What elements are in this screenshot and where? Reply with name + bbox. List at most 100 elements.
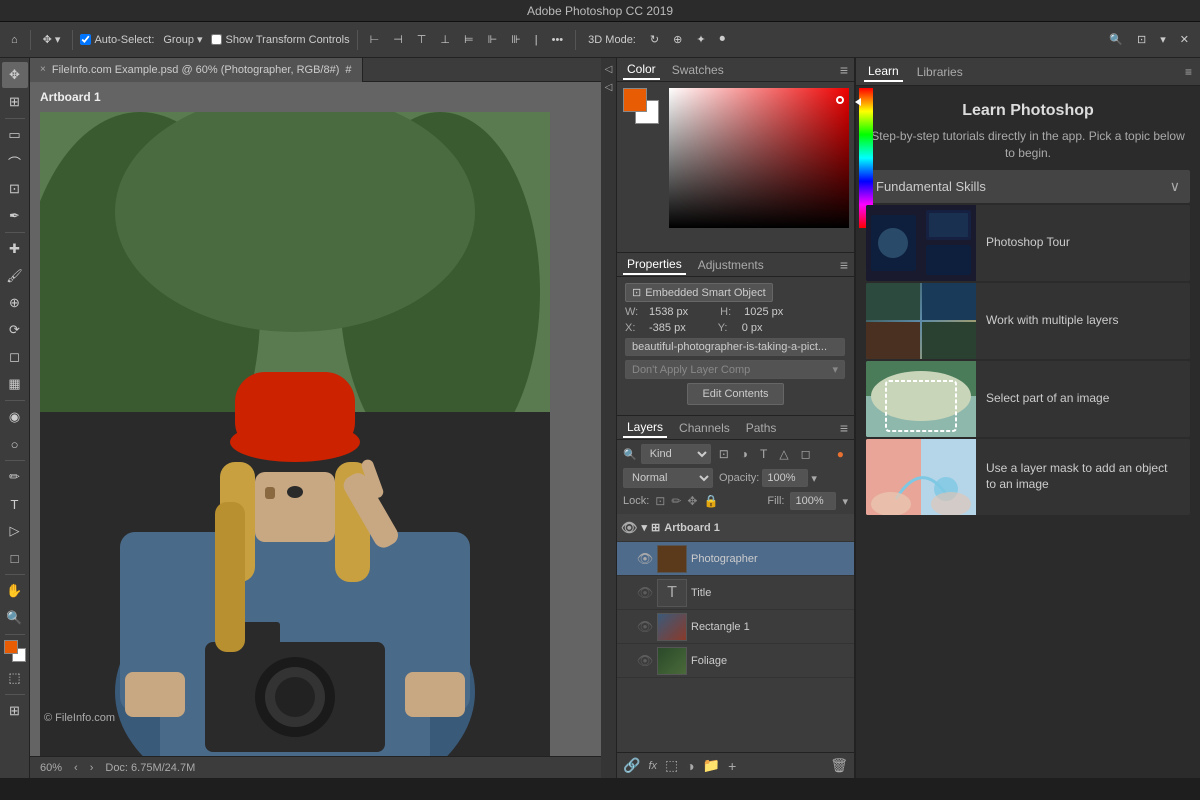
- layer-comp-dropdown[interactable]: Don't Apply Layer Comp ▾: [625, 360, 845, 379]
- libraries-tab[interactable]: Libraries: [913, 63, 967, 81]
- opacity-input[interactable]: [762, 469, 808, 487]
- document-tab[interactable]: × FileInfo.com Example.psd @ 60% (Photog…: [30, 58, 363, 82]
- align-right-button[interactable]: ⊤: [412, 31, 432, 48]
- distribute3-button[interactable]: ⊪: [506, 31, 526, 48]
- quick-mask-tool[interactable]: ⬚: [2, 665, 28, 691]
- auto-select-dropdown[interactable]: Group ▾: [158, 31, 207, 48]
- artboard-expand-arrow[interactable]: ▾: [642, 521, 648, 534]
- rectangle-layer[interactable]: 👁 Rectangle 1: [617, 610, 854, 644]
- 3d-rotate-button[interactable]: ↻: [645, 31, 664, 48]
- more-options-button[interactable]: •••: [547, 32, 569, 48]
- layer-mask-card[interactable]: Use a layer mask to add an object to an …: [866, 439, 1190, 515]
- kind-filter-select[interactable]: Kind: [641, 444, 711, 464]
- filter-shape-button[interactable]: △: [775, 445, 792, 463]
- dodge-tool[interactable]: ○: [2, 431, 28, 457]
- type-tool[interactable]: T: [2, 491, 28, 517]
- rectangle-vis-button[interactable]: 👁: [637, 619, 653, 635]
- foliage-vis-button[interactable]: 👁: [637, 653, 653, 669]
- learn-tab[interactable]: Learn: [864, 62, 903, 82]
- hand-tool[interactable]: ✋: [2, 578, 28, 604]
- canvas-scroll-area[interactable]: Artboard 1: [30, 82, 601, 756]
- edit-contents-button[interactable]: Edit Contents: [687, 383, 783, 405]
- add-folder-button[interactable]: 📁: [703, 757, 720, 774]
- workspace-dropdown[interactable]: ▾: [1155, 31, 1171, 48]
- fundamental-skills-header[interactable]: Fundamental Skills ∨: [866, 170, 1190, 203]
- color-panel-menu[interactable]: ≡: [840, 62, 848, 78]
- align-top-button[interactable]: ⊥: [435, 31, 455, 48]
- distribute2-button[interactable]: ⊩: [483, 31, 503, 48]
- search-button[interactable]: 🔍: [1104, 31, 1128, 48]
- title-vis-button[interactable]: 👁: [637, 585, 653, 601]
- fg-bg-color-tool[interactable]: [2, 638, 28, 664]
- adjustments-tab[interactable]: Adjustments: [694, 256, 768, 274]
- filter-active-indicator[interactable]: ●: [833, 445, 848, 463]
- nav-arrow-left[interactable]: ‹: [74, 762, 78, 774]
- align-left-button[interactable]: ⊢: [365, 31, 385, 48]
- photographer-layer[interactable]: 👁 Photographer: [617, 542, 854, 576]
- 3d-camera-button[interactable]: ⏺: [715, 31, 731, 48]
- select-part-card[interactable]: Select part of an image: [866, 361, 1190, 437]
- path-select-tool[interactable]: ▷: [2, 518, 28, 544]
- lock-pixels-button[interactable]: ⊡: [655, 494, 665, 508]
- lock-move-button[interactable]: ✥: [687, 494, 697, 508]
- zoom-tool[interactable]: 🔍: [2, 605, 28, 631]
- photographer-vis-button[interactable]: 👁: [637, 551, 653, 567]
- filter-adj-button[interactable]: ◑: [737, 445, 752, 463]
- properties-panel-menu[interactable]: ≡: [840, 257, 848, 273]
- clone-tool[interactable]: ⊕: [2, 290, 28, 316]
- lock-all-button[interactable]: 🔒: [703, 494, 718, 508]
- healing-tool[interactable]: ✚: [2, 236, 28, 262]
- align-center-h-button[interactable]: ⊣: [388, 31, 408, 48]
- move-tool-button[interactable]: ✥ ▾: [38, 31, 66, 48]
- work-multiple-layers-card[interactable]: Work with multiple layers: [866, 283, 1190, 359]
- shape-tool[interactable]: □: [2, 545, 28, 571]
- title-layer[interactable]: 👁 T Title: [617, 576, 854, 610]
- eraser-tool[interactable]: ◻: [2, 344, 28, 370]
- artboard-layer-row[interactable]: 👁 ▾ ⊞ Artboard 1: [617, 514, 854, 542]
- 3d-pan-button[interactable]: ⊕: [668, 31, 687, 48]
- color-tab[interactable]: Color: [623, 60, 660, 80]
- layers-panel-menu[interactable]: ≡: [840, 420, 848, 436]
- transform-controls-checkbox[interactable]: Show Transform Controls: [211, 34, 349, 46]
- lock-position-button[interactable]: ✏: [671, 494, 681, 508]
- nav-arrow-right[interactable]: ›: [90, 762, 94, 774]
- learn-panel-menu[interactable]: ≡: [1185, 65, 1192, 79]
- workspace-button[interactable]: ⊡: [1132, 31, 1151, 48]
- add-adjustment-button[interactable]: ◑: [686, 758, 694, 774]
- close-button[interactable]: ✕: [1175, 31, 1194, 48]
- home-button[interactable]: ⌂: [6, 32, 23, 48]
- crop-tool[interactable]: ⊡: [2, 176, 28, 202]
- 3d-orbit-button[interactable]: ✦: [691, 31, 710, 48]
- foliage-layer[interactable]: 👁 Foliage: [617, 644, 854, 678]
- distribute-button[interactable]: ⊨: [459, 31, 479, 48]
- close-tab-button[interactable]: ×: [40, 64, 46, 75]
- paths-tab[interactable]: Paths: [742, 419, 781, 437]
- brush-tool[interactable]: 🖌: [2, 263, 28, 289]
- link-layers-button[interactable]: 🔗: [623, 757, 640, 774]
- expand-color-button[interactable]: ◁: [602, 62, 616, 76]
- auto-select-checkbox[interactable]: Auto-Select:: [80, 34, 154, 46]
- fill-arrow[interactable]: ▾: [842, 495, 848, 508]
- swatches-tab[interactable]: Swatches: [668, 61, 728, 79]
- blur-tool[interactable]: ◉: [2, 404, 28, 430]
- color-gradient-field[interactable]: [669, 88, 849, 228]
- move-tool[interactable]: ✥: [2, 62, 28, 88]
- layers-tab[interactable]: Layers: [623, 418, 667, 438]
- delete-layer-button[interactable]: 🗑: [830, 757, 848, 774]
- color-picker-handle[interactable]: [836, 96, 844, 104]
- foreground-color-swatch[interactable]: [623, 88, 647, 112]
- pen-tool[interactable]: ✏: [2, 464, 28, 490]
- create-layer-button[interactable]: +: [728, 758, 736, 774]
- fg-color-swatch[interactable]: [4, 640, 18, 654]
- fx-button[interactable]: fx: [648, 760, 657, 772]
- lasso-tool[interactable]: ⌒: [2, 149, 28, 175]
- artboard-vis-icon[interactable]: 👁: [621, 520, 638, 536]
- artboard-tool[interactable]: ⊞: [2, 89, 28, 115]
- opacity-arrow[interactable]: ▾: [811, 472, 817, 485]
- distribute4-button[interactable]: |: [530, 32, 543, 48]
- fill-input[interactable]: [790, 492, 836, 510]
- fg-bg-swatch-box[interactable]: [623, 88, 659, 124]
- expand-props-button[interactable]: ◁: [602, 80, 616, 94]
- filter-pixel-button[interactable]: ⊡: [715, 445, 733, 463]
- layers-list[interactable]: 👁 ▾ ⊞ Artboard 1 👁 Photographer 👁: [617, 514, 854, 752]
